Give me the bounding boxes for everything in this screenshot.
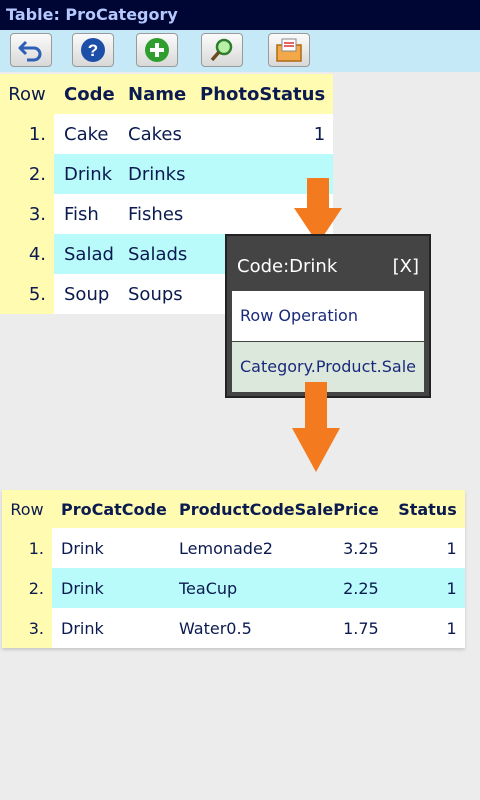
cell-procatcode[interactable]: Drink bbox=[52, 608, 170, 648]
cell-procatcode[interactable]: Drink bbox=[52, 528, 170, 568]
close-button[interactable]: [X] bbox=[393, 256, 419, 277]
help-icon: ? bbox=[81, 38, 105, 62]
svg-text:?: ? bbox=[88, 41, 98, 60]
cell-photo[interactable] bbox=[190, 194, 260, 234]
cell-status[interactable]: 1 bbox=[386, 608, 465, 648]
table-header-row: Row Code Name Photo Status bbox=[0, 74, 334, 114]
row-number: 2. bbox=[0, 154, 54, 194]
down-arrow-icon bbox=[292, 382, 340, 472]
cell-productcode[interactable]: TeaCup bbox=[170, 568, 295, 608]
cell-code[interactable]: Drink bbox=[54, 154, 118, 194]
row-number: 5. bbox=[0, 274, 54, 314]
cell-procatcode[interactable]: Drink bbox=[52, 568, 170, 608]
row-number: 1. bbox=[2, 528, 52, 568]
cell-code[interactable]: Cake bbox=[54, 114, 118, 154]
cell-name[interactable]: Fishes bbox=[118, 194, 190, 234]
column-header-photo[interactable]: Photo bbox=[190, 74, 260, 114]
cell-productcode[interactable]: Lemonade2 bbox=[170, 528, 295, 568]
column-header-saleprice[interactable]: SalePrice bbox=[294, 490, 387, 528]
table-header-row: Row ProCatCode ProductCode SalePrice Sta… bbox=[2, 490, 465, 528]
undo-arrow-icon bbox=[18, 40, 42, 62]
cell-name[interactable]: Cakes bbox=[118, 114, 190, 154]
column-header-name[interactable]: Name bbox=[118, 74, 190, 114]
row-number: 3. bbox=[0, 194, 54, 234]
column-header-status[interactable]: Status bbox=[259, 74, 334, 114]
cell-code[interactable]: Salad bbox=[54, 234, 118, 274]
table-row[interactable]: 3. Fish Fishes bbox=[0, 194, 334, 234]
cell-productcode[interactable]: Water0.5 bbox=[170, 608, 295, 648]
row-number: 1. bbox=[0, 114, 54, 154]
cell-code[interactable]: Soup bbox=[54, 274, 118, 314]
row-number: 2. bbox=[2, 568, 52, 608]
window-title: Table: ProCategory bbox=[0, 0, 480, 30]
row-number: 4. bbox=[0, 234, 54, 274]
table-row[interactable]: 1. Cake Cakes 1 bbox=[0, 114, 334, 154]
product-sale-table: Row ProCatCode ProductCode SalePrice Sta… bbox=[2, 490, 465, 648]
column-header-procatcode[interactable]: ProCatCode bbox=[52, 490, 170, 528]
cell-status[interactable]: 1 bbox=[259, 114, 334, 154]
cell-code[interactable]: Fish bbox=[54, 194, 118, 234]
context-popup: Code:Drink [X] Row Operation Category.Pr… bbox=[225, 234, 431, 398]
add-icon bbox=[145, 38, 169, 62]
table-row[interactable]: 1. Drink Lemonade2 3.25 1 bbox=[2, 528, 465, 568]
cell-status[interactable]: 1 bbox=[386, 568, 465, 608]
undo-button[interactable] bbox=[10, 33, 52, 67]
column-header-code[interactable]: Code bbox=[54, 74, 118, 114]
column-header-row: Row bbox=[2, 490, 52, 528]
column-header-row: Row bbox=[0, 74, 54, 114]
table-row[interactable]: 2. Drink TeaCup 2.25 1 bbox=[2, 568, 465, 608]
menu-item-row-operation[interactable]: Row Operation bbox=[232, 291, 424, 341]
cell-name[interactable]: Soups bbox=[118, 274, 190, 314]
cell-saleprice[interactable]: 1.75 bbox=[294, 608, 387, 648]
help-button[interactable]: ? bbox=[72, 33, 114, 67]
cell-saleprice[interactable]: 2.25 bbox=[294, 568, 387, 608]
search-icon bbox=[210, 38, 233, 62]
cell-status[interactable]: 1 bbox=[386, 528, 465, 568]
report-icon bbox=[276, 38, 302, 62]
search-button[interactable] bbox=[201, 33, 243, 67]
column-header-productcode[interactable]: ProductCode bbox=[170, 490, 295, 528]
report-button[interactable] bbox=[268, 33, 310, 67]
add-button[interactable] bbox=[136, 33, 178, 67]
cell-saleprice[interactable]: 3.25 bbox=[294, 528, 387, 568]
table-row[interactable]: 3. Drink Water0.5 1.75 1 bbox=[2, 608, 465, 648]
cell-name[interactable]: Salads bbox=[118, 234, 190, 274]
cell-photo[interactable] bbox=[190, 154, 260, 194]
popup-title: Code:Drink bbox=[237, 256, 338, 277]
table-row[interactable]: 2. Drink Drinks bbox=[0, 154, 334, 194]
cell-photo[interactable] bbox=[190, 114, 260, 154]
column-header-status[interactable]: Status bbox=[386, 490, 465, 528]
toolbar: ? bbox=[0, 30, 480, 72]
row-number: 3. bbox=[2, 608, 52, 648]
cell-name[interactable]: Drinks bbox=[118, 154, 190, 194]
